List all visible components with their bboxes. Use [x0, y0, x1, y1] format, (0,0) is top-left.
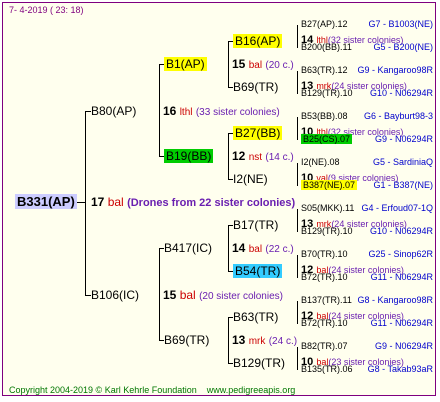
gen2-node[interactable]: B1(AP)	[164, 57, 207, 71]
connector	[297, 25, 298, 48]
gen3-node[interactable]: B16(AP)	[233, 34, 283, 48]
gen2-info: 15 bal (20 c.)	[232, 57, 294, 71]
gen2-info: 14 bal (22 c.)	[232, 241, 294, 255]
gen2-node[interactable]: B417(IC)	[164, 241, 212, 255]
connector	[228, 133, 229, 179]
gen3-node[interactable]: B69(TR)	[233, 80, 278, 94]
connector	[297, 71, 298, 94]
gen3-node[interactable]: B27(BB)	[233, 126, 283, 140]
gen3-node[interactable]: B17(TR)	[233, 218, 278, 232]
gen4-row[interactable]: B70(TR).10 G25 - Sinop62R	[301, 249, 435, 259]
connector	[228, 317, 229, 363]
connector	[297, 255, 298, 278]
gen3-node[interactable]: B129(TR)	[233, 356, 285, 370]
gen4-row[interactable]: B129(TR).10 G10 - N06294R	[301, 226, 435, 236]
gen4-row[interactable]: B135(TR).06 G8 - Takab93aR	[301, 364, 435, 374]
connector	[228, 41, 229, 87]
gen4-row[interactable]: B72(TR).10 G11 - N06294R	[301, 318, 435, 328]
gen4-row[interactable]: B82(TR).07 G9 - N06294R	[301, 341, 435, 351]
gen4-row[interactable]: B129(TR).10 G10 - N06294R	[301, 88, 435, 98]
connector	[228, 225, 229, 271]
date-stamp: 7- 4-2019 ( 23: 18)	[9, 5, 84, 15]
gen4-row[interactable]: B72(TR).10 G11 - N06294R	[301, 272, 435, 282]
gen4-row[interactable]: B63(TR).12 G9 - Kangaroo98R	[301, 65, 435, 75]
gen4-row[interactable]: B53(BB).08 G6 - Bayburt98-3	[301, 111, 435, 121]
connector	[297, 209, 298, 232]
site-url[interactable]: www.pedigreeapis.org	[207, 385, 296, 395]
root-name: B331(AP)	[15, 194, 77, 209]
gen3-node[interactable]: B54(TR)	[233, 264, 283, 278]
gen4-row[interactable]: B27(AP).12 G7 - B1003(NE)	[301, 19, 435, 29]
connector	[85, 111, 86, 295]
connector	[297, 301, 298, 324]
gen4-row[interactable]: S05(MKK).11 G4 - Erfoud07-1Q	[301, 203, 435, 213]
copyright: Copyright 2004-2019 © Karl Kehrle Founda…	[9, 385, 295, 395]
gen4-row[interactable]: B200(BB).11 G5 - B200(NE)	[301, 42, 435, 52]
gen2-node[interactable]: B69(TR)	[164, 333, 209, 347]
connector	[159, 248, 160, 340]
gen4-row[interactable]: B387(NE).07 G1 - B387(NE)	[301, 180, 435, 190]
pedigree-frame: 7- 4-2019 ( 23: 18) Copyright 2004-2019 …	[2, 2, 436, 396]
gen4-row[interactable]: I2(NE).08 G5 - SardiniaQ	[301, 157, 435, 167]
gen4-row[interactable]: B137(TR).11 G8 - Kangaroo98R	[301, 295, 435, 305]
gen2-info: 13 mrk (24 c.)	[232, 333, 298, 347]
sire-info: 16 lthl (33 sister colonies)	[163, 104, 280, 118]
gen3-node[interactable]: B63(TR)	[233, 310, 278, 324]
gen3-node[interactable]: I2(NE)	[233, 172, 268, 186]
sire-node[interactable]: B80(AP)	[91, 104, 136, 118]
connector	[159, 64, 160, 156]
connector	[297, 163, 298, 186]
root-info: 17 bal (Drones from 22 sister colonies)	[91, 195, 296, 209]
root-queen[interactable]: B331(AP)	[15, 194, 77, 209]
gen2-info: 12 nst (14 c.)	[232, 149, 294, 163]
copyright-text: Copyright 2004-2019 © Karl Kehrle Founda…	[9, 385, 197, 395]
connector	[297, 117, 298, 140]
gen2-node[interactable]: B19(BB)	[164, 149, 214, 163]
connector	[297, 347, 298, 370]
gen4-row[interactable]: B25(CS).07 G9 - N06294R	[301, 134, 435, 144]
dam-info: 15 bal (20 sister colonies)	[163, 288, 283, 302]
dam-node[interactable]: B106(IC)	[91, 288, 139, 302]
